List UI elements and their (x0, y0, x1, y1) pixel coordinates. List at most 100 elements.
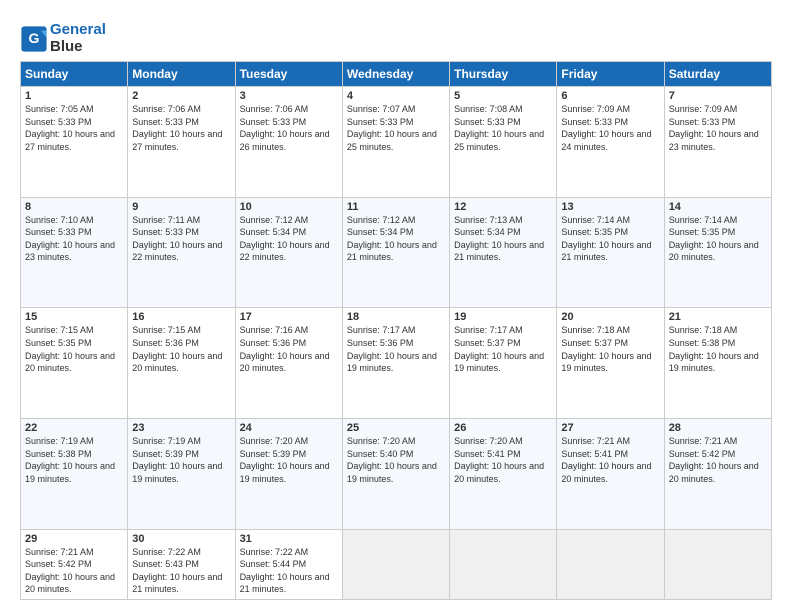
calendar-cell (664, 529, 771, 599)
day-number: 20 (561, 311, 659, 323)
calendar-cell: 19Sunrise: 7:17 AMSunset: 5:37 PMDayligh… (450, 308, 557, 419)
cell-info: Sunrise: 7:17 AMSunset: 5:36 PMDaylight:… (347, 324, 445, 374)
calendar-cell: 15Sunrise: 7:15 AMSunset: 5:35 PMDayligh… (21, 308, 128, 419)
calendar-cell: 11Sunrise: 7:12 AMSunset: 5:34 PMDayligh… (342, 197, 449, 308)
calendar-cell: 21Sunrise: 7:18 AMSunset: 5:38 PMDayligh… (664, 308, 771, 419)
day-number: 26 (454, 422, 552, 434)
week-row-4: 22Sunrise: 7:19 AMSunset: 5:38 PMDayligh… (21, 418, 772, 529)
calendar-cell: 27Sunrise: 7:21 AMSunset: 5:41 PMDayligh… (557, 418, 664, 529)
week-row-2: 8Sunrise: 7:10 AMSunset: 5:33 PMDaylight… (21, 197, 772, 308)
calendar-table: SundayMondayTuesdayWednesdayThursdayFrid… (20, 61, 772, 600)
calendar-cell: 7Sunrise: 7:09 AMSunset: 5:33 PMDaylight… (664, 87, 771, 198)
calendar-cell: 5Sunrise: 7:08 AMSunset: 5:33 PMDaylight… (450, 87, 557, 198)
day-number: 15 (25, 311, 123, 323)
day-number: 11 (347, 201, 445, 213)
calendar-cell: 14Sunrise: 7:14 AMSunset: 5:35 PMDayligh… (664, 197, 771, 308)
cell-info: Sunrise: 7:07 AMSunset: 5:33 PMDaylight:… (347, 103, 445, 153)
day-number: 14 (669, 201, 767, 213)
day-number: 23 (132, 422, 230, 434)
cell-info: Sunrise: 7:21 AMSunset: 5:42 PMDaylight:… (669, 435, 767, 485)
cell-info: Sunrise: 7:19 AMSunset: 5:39 PMDaylight:… (132, 435, 230, 485)
cell-info: Sunrise: 7:16 AMSunset: 5:36 PMDaylight:… (240, 324, 338, 374)
cell-info: Sunrise: 7:11 AMSunset: 5:33 PMDaylight:… (132, 214, 230, 264)
calendar-cell: 6Sunrise: 7:09 AMSunset: 5:33 PMDaylight… (557, 87, 664, 198)
calendar-cell: 20Sunrise: 7:18 AMSunset: 5:37 PMDayligh… (557, 308, 664, 419)
calendar-cell: 13Sunrise: 7:14 AMSunset: 5:35 PMDayligh… (557, 197, 664, 308)
logo-icon: G (20, 25, 48, 53)
day-number: 13 (561, 201, 659, 213)
cell-info: Sunrise: 7:20 AMSunset: 5:39 PMDaylight:… (240, 435, 338, 485)
day-number: 25 (347, 422, 445, 434)
cell-info: Sunrise: 7:05 AMSunset: 5:33 PMDaylight:… (25, 103, 123, 153)
calendar-cell: 25Sunrise: 7:20 AMSunset: 5:40 PMDayligh… (342, 418, 449, 529)
calendar-cell: 26Sunrise: 7:20 AMSunset: 5:41 PMDayligh… (450, 418, 557, 529)
week-row-5: 29Sunrise: 7:21 AMSunset: 5:42 PMDayligh… (21, 529, 772, 599)
calendar-cell: 8Sunrise: 7:10 AMSunset: 5:33 PMDaylight… (21, 197, 128, 308)
col-header-monday: Monday (128, 62, 235, 87)
day-number: 16 (132, 311, 230, 323)
calendar-cell: 4Sunrise: 7:07 AMSunset: 5:33 PMDaylight… (342, 87, 449, 198)
cell-info: Sunrise: 7:09 AMSunset: 5:33 PMDaylight:… (669, 103, 767, 153)
logo-text: General Blue (50, 22, 106, 55)
cell-info: Sunrise: 7:22 AMSunset: 5:44 PMDaylight:… (240, 546, 338, 596)
day-number: 7 (669, 90, 767, 102)
cell-info: Sunrise: 7:13 AMSunset: 5:34 PMDaylight:… (454, 214, 552, 264)
cell-info: Sunrise: 7:08 AMSunset: 5:33 PMDaylight:… (454, 103, 552, 153)
day-number: 27 (561, 422, 659, 434)
col-header-saturday: Saturday (664, 62, 771, 87)
cell-info: Sunrise: 7:18 AMSunset: 5:38 PMDaylight:… (669, 324, 767, 374)
cell-info: Sunrise: 7:22 AMSunset: 5:43 PMDaylight:… (132, 546, 230, 596)
cell-info: Sunrise: 7:21 AMSunset: 5:42 PMDaylight:… (25, 546, 123, 596)
calendar-cell: 28Sunrise: 7:21 AMSunset: 5:42 PMDayligh… (664, 418, 771, 529)
day-number: 30 (132, 533, 230, 545)
cell-info: Sunrise: 7:17 AMSunset: 5:37 PMDaylight:… (454, 324, 552, 374)
cell-info: Sunrise: 7:10 AMSunset: 5:33 PMDaylight:… (25, 214, 123, 264)
calendar-cell: 30Sunrise: 7:22 AMSunset: 5:43 PMDayligh… (128, 529, 235, 599)
day-number: 22 (25, 422, 123, 434)
cell-info: Sunrise: 7:18 AMSunset: 5:37 PMDaylight:… (561, 324, 659, 374)
day-number: 29 (25, 533, 123, 545)
calendar-cell: 22Sunrise: 7:19 AMSunset: 5:38 PMDayligh… (21, 418, 128, 529)
day-number: 4 (347, 90, 445, 102)
calendar-cell (557, 529, 664, 599)
calendar-cell: 16Sunrise: 7:15 AMSunset: 5:36 PMDayligh… (128, 308, 235, 419)
calendar-cell: 12Sunrise: 7:13 AMSunset: 5:34 PMDayligh… (450, 197, 557, 308)
day-number: 1 (25, 90, 123, 102)
col-header-sunday: Sunday (21, 62, 128, 87)
col-header-tuesday: Tuesday (235, 62, 342, 87)
cell-info: Sunrise: 7:15 AMSunset: 5:35 PMDaylight:… (25, 324, 123, 374)
col-header-thursday: Thursday (450, 62, 557, 87)
day-number: 8 (25, 201, 123, 213)
calendar-cell: 18Sunrise: 7:17 AMSunset: 5:36 PMDayligh… (342, 308, 449, 419)
calendar-cell: 31Sunrise: 7:22 AMSunset: 5:44 PMDayligh… (235, 529, 342, 599)
day-number: 3 (240, 90, 338, 102)
cell-info: Sunrise: 7:12 AMSunset: 5:34 PMDaylight:… (240, 214, 338, 264)
cell-info: Sunrise: 7:14 AMSunset: 5:35 PMDaylight:… (561, 214, 659, 264)
calendar-cell: 10Sunrise: 7:12 AMSunset: 5:34 PMDayligh… (235, 197, 342, 308)
calendar-cell: 24Sunrise: 7:20 AMSunset: 5:39 PMDayligh… (235, 418, 342, 529)
day-number: 2 (132, 90, 230, 102)
calendar-cell: 3Sunrise: 7:06 AMSunset: 5:33 PMDaylight… (235, 87, 342, 198)
calendar-cell (342, 529, 449, 599)
day-number: 21 (669, 311, 767, 323)
day-number: 31 (240, 533, 338, 545)
svg-text:G: G (29, 30, 40, 46)
cell-info: Sunrise: 7:06 AMSunset: 5:33 PMDaylight:… (240, 103, 338, 153)
day-number: 10 (240, 201, 338, 213)
cell-info: Sunrise: 7:15 AMSunset: 5:36 PMDaylight:… (132, 324, 230, 374)
cell-info: Sunrise: 7:12 AMSunset: 5:34 PMDaylight:… (347, 214, 445, 264)
calendar-body: 1Sunrise: 7:05 AMSunset: 5:33 PMDaylight… (21, 87, 772, 600)
calendar-cell: 9Sunrise: 7:11 AMSunset: 5:33 PMDaylight… (128, 197, 235, 308)
calendar-cell: 29Sunrise: 7:21 AMSunset: 5:42 PMDayligh… (21, 529, 128, 599)
cell-info: Sunrise: 7:20 AMSunset: 5:41 PMDaylight:… (454, 435, 552, 485)
cell-info: Sunrise: 7:21 AMSunset: 5:41 PMDaylight:… (561, 435, 659, 485)
week-row-3: 15Sunrise: 7:15 AMSunset: 5:35 PMDayligh… (21, 308, 772, 419)
cell-info: Sunrise: 7:09 AMSunset: 5:33 PMDaylight:… (561, 103, 659, 153)
cell-info: Sunrise: 7:20 AMSunset: 5:40 PMDaylight:… (347, 435, 445, 485)
col-header-friday: Friday (557, 62, 664, 87)
calendar-cell: 2Sunrise: 7:06 AMSunset: 5:33 PMDaylight… (128, 87, 235, 198)
header: G General Blue (20, 18, 772, 55)
page: G General Blue SundayMondayTuesdayWednes… (0, 0, 792, 612)
day-number: 9 (132, 201, 230, 213)
cell-info: Sunrise: 7:06 AMSunset: 5:33 PMDaylight:… (132, 103, 230, 153)
